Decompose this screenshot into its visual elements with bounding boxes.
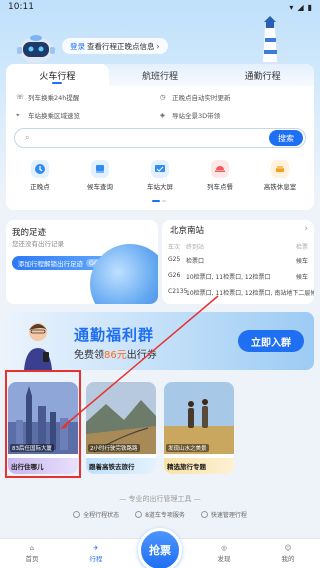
quick-action-waiting-room[interactable]: 候车查询 bbox=[74, 160, 126, 191]
feature-item: ◈ 导站全景3D带领 bbox=[160, 111, 221, 120]
promo-subtitle: 免费领86元出行券 bbox=[74, 350, 157, 361]
service-features: 全程行程状态 8道车专项服务 快速管理行程 bbox=[0, 510, 320, 519]
cube-icon: ◈ bbox=[160, 111, 165, 119]
feature-item: ⌖ 车站换乘区域速览 bbox=[16, 111, 80, 120]
search-button[interactable]: 搜索 bbox=[269, 130, 303, 146]
login-link[interactable]: 登录 bbox=[70, 41, 85, 52]
station-title: 北京南站 bbox=[170, 226, 205, 236]
footprint-title: 我的足迹 bbox=[12, 228, 47, 238]
promo-title: 通勤福利群 bbox=[74, 326, 155, 344]
join-group-button[interactable]: 立即入群 bbox=[238, 330, 304, 352]
phone-icon: ☏ bbox=[16, 93, 25, 101]
station-row: G26 10检票口, 11检票口, 12检票口 候车 bbox=[168, 272, 309, 281]
search-icon: ⌕ bbox=[25, 133, 30, 142]
battery-icon: ▮ bbox=[307, 2, 312, 12]
carousel-indicator bbox=[152, 200, 166, 202]
grab-ticket-button[interactable]: 抢票 bbox=[138, 528, 182, 568]
nav-profile[interactable]: ☺ 我的 bbox=[263, 544, 313, 563]
station-row: C2135 10检票口, 11检票口, 12检票口, 南站地下二层 候车 bbox=[168, 288, 314, 297]
nav-trips[interactable]: ✈ 行程 bbox=[71, 544, 121, 563]
nav-home[interactable]: ⌂ 首页 bbox=[7, 544, 57, 563]
search-input[interactable]: ⌕ 搜索 bbox=[14, 128, 306, 148]
tile-label: 跟着高铁去旅行 bbox=[86, 458, 156, 474]
station-card[interactable]: 北京南站 › 车次 终到站 检票 G25 检票口 候车 G26 10检票口, 1… bbox=[162, 220, 314, 304]
feature-item: ◷ 正晚点自动实时更新 bbox=[160, 93, 231, 102]
station-table-header: 车次 终到站 检票 bbox=[168, 244, 309, 251]
seat-icon bbox=[91, 160, 109, 178]
station-row: G25 检票口 候车 bbox=[168, 256, 309, 265]
discover-icon: ◎ bbox=[221, 544, 227, 552]
screen-icon bbox=[151, 160, 169, 178]
trip-search-card: 火车行程 航班行程 通勤行程 ☏ 列车换乘24h提醒 ◷ 正晚点自动实时更新 ⌖ 车站… bbox=[6, 64, 314, 210]
quick-actions: 正晚点 候车查询 车站大屏 列车点餐 高铁休息室 bbox=[6, 160, 314, 191]
trip-type-tabs: 火车行程 航班行程 通勤行程 bbox=[6, 64, 314, 86]
nav-discover[interactable]: ◎ 发现 bbox=[199, 544, 249, 563]
footprint-subtitle: 您还没有出行记录 bbox=[12, 240, 64, 248]
tab-train[interactable]: 火车行程 bbox=[6, 64, 109, 86]
home-icon: ⌂ bbox=[29, 544, 35, 552]
login-banner[interactable]: 登录 查看行程正晚点信息 › bbox=[62, 38, 168, 54]
quick-action-meal[interactable]: 列车点餐 bbox=[194, 160, 246, 191]
pin-icon: ⌖ bbox=[16, 111, 20, 119]
quick-action-lounge[interactable]: 高铁休息室 bbox=[254, 160, 306, 191]
slogan-text: — 专业的出行管理工具 — bbox=[119, 495, 201, 503]
service-item: 8道车专项服务 bbox=[135, 510, 185, 519]
signal-icon: ◢ bbox=[297, 2, 304, 12]
globe-icon bbox=[90, 244, 158, 304]
robot-mascot-icon bbox=[17, 35, 55, 63]
clock-icon bbox=[31, 160, 49, 178]
footprint-card[interactable]: 我的足迹 您还没有出行记录 添加行程解锁出行足迹 GO bbox=[6, 220, 158, 304]
feature-item: ☏ 列车换乘24h提醒 bbox=[16, 93, 80, 102]
highlight-box bbox=[5, 370, 81, 478]
chevron-right-icon: › bbox=[156, 41, 160, 51]
tab-flight[interactable]: 航班行程 bbox=[109, 64, 212, 86]
tile-label: 精选旅行专题 bbox=[164, 458, 234, 474]
tile-caption: 发现山水之美景 bbox=[166, 444, 209, 452]
avatar-illustration-icon bbox=[24, 323, 52, 370]
service-item: 全程行程状态 bbox=[73, 510, 119, 519]
clock-icon: ◷ bbox=[160, 93, 166, 101]
lounge-icon bbox=[271, 160, 289, 178]
login-banner-text: 查看行程正晚点信息 bbox=[87, 41, 155, 51]
quick-action-station-screen[interactable]: 车站大屏 bbox=[134, 160, 186, 191]
quick-action-delay[interactable]: 正晚点 bbox=[14, 160, 66, 191]
profile-icon: ☺ bbox=[284, 544, 292, 552]
status-time: 10:11 bbox=[8, 2, 34, 12]
tile-rail-travel[interactable]: 2小时行驶完铁路路 跟着高铁去旅行 bbox=[86, 382, 156, 474]
feature-list: ☏ 列车换乘24h提醒 ◷ 正晚点自动实时更新 ⌖ 车站换乘区域速览 ◈ 导站全景3D带… bbox=[6, 86, 314, 120]
tab-commute[interactable]: 通勤行程 bbox=[211, 64, 314, 86]
meal-icon bbox=[211, 160, 229, 178]
status-icons: ▾ ◢ ▮ bbox=[289, 3, 312, 12]
wifi-icon: ▾ bbox=[289, 2, 294, 12]
lighthouse-icon bbox=[256, 16, 284, 68]
tile-caption: 2小时行驶完铁路路 bbox=[88, 444, 140, 452]
service-item: 快速管理行程 bbox=[200, 510, 247, 519]
plane-icon: ✈ bbox=[93, 544, 99, 552]
commute-promo-banner[interactable]: 通勤福利群 免费领86元出行券 立即入群 bbox=[6, 312, 314, 370]
chevron-right-icon: › bbox=[304, 224, 308, 234]
tile-travel-topics[interactable]: 发现山水之美景 精选旅行专题 bbox=[164, 382, 234, 474]
status-bar: 10:11 ▾ ◢ ▮ bbox=[0, 0, 320, 14]
